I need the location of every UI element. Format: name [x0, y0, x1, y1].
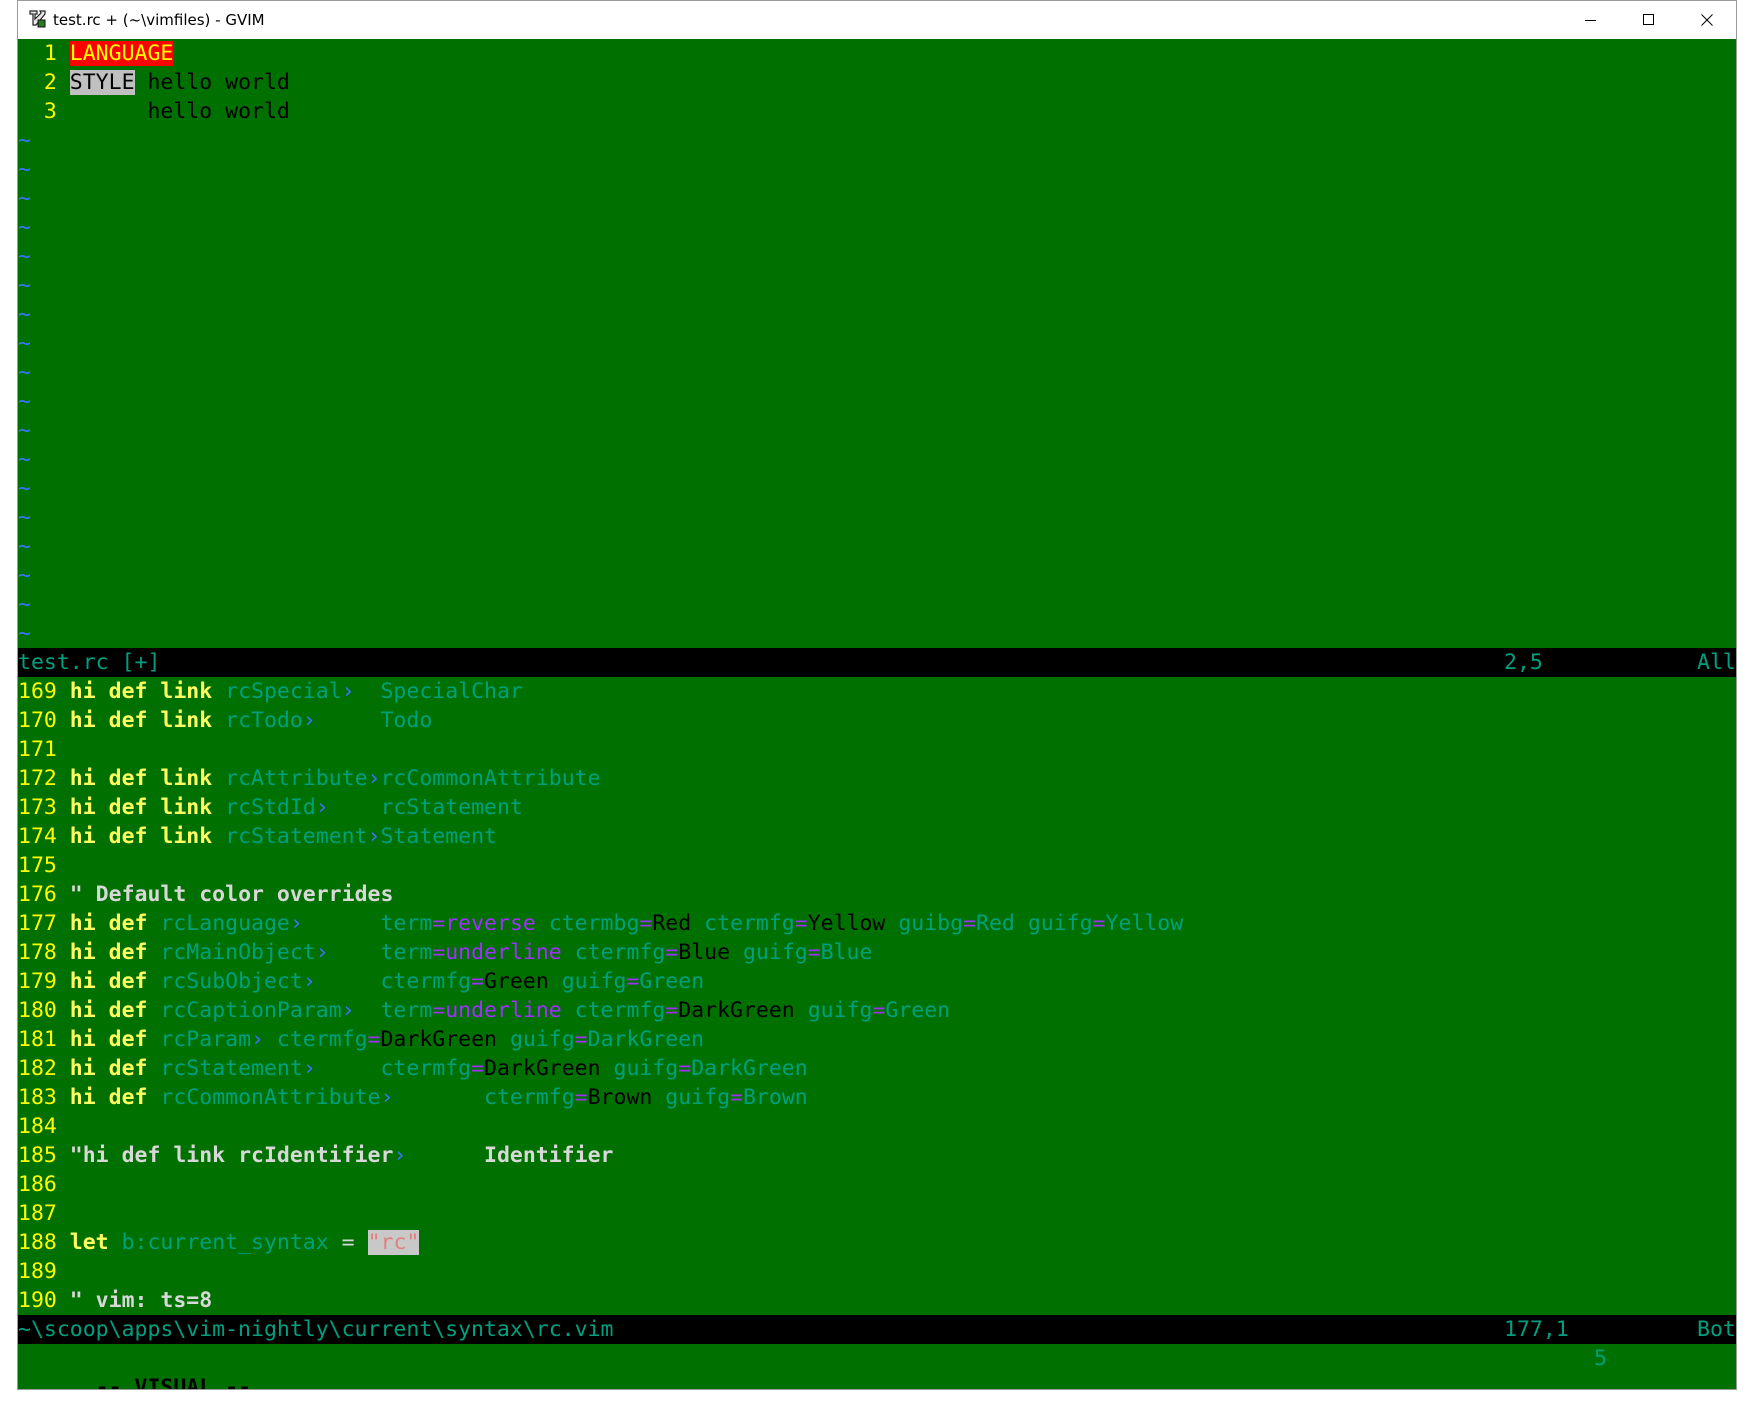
buffer-line[interactable]: 183 hi def rcCommonAttribute› ctermfg=Br…	[18, 1083, 808, 1112]
line-number: 187	[18, 1201, 57, 1226]
close-icon	[1701, 14, 1713, 26]
line-number: 190	[18, 1288, 57, 1313]
line-number: 2	[43, 70, 57, 95]
line-number: 175	[18, 853, 57, 878]
line-number: 182	[18, 1056, 57, 1081]
buffer-line[interactable]: 180 hi def rcCaptionParam› term=underlin…	[18, 996, 950, 1025]
status-scroll: All	[1697, 650, 1736, 675]
buffer-line[interactable]: 181 hi def rcParam› ctermfg=DarkGreen gu…	[18, 1025, 704, 1054]
line-number: 172	[18, 766, 57, 791]
line-number: 170	[18, 708, 57, 733]
tilde-marker: ~	[18, 157, 31, 182]
maximize-button[interactable]	[1620, 1, 1678, 39]
buffer-line[interactable]: 184	[18, 1112, 57, 1141]
line-number: 180	[18, 998, 57, 1023]
tilde-marker: ~	[18, 418, 31, 443]
buffer-line[interactable]: 173 hi def link rcStdId› rcStatement	[18, 793, 523, 822]
buffer-line[interactable]: 189	[18, 1257, 57, 1286]
status-line-top[interactable]: test.rc [+] 2,5 All	[18, 648, 1736, 677]
buffer-line[interactable]: 186	[18, 1170, 57, 1199]
language-keyword: LANGUAGE	[69, 41, 174, 66]
buffer-line[interactable]: 2 STYLE hello world	[18, 68, 290, 97]
tilde-marker: ~	[18, 476, 31, 501]
line-number: 188	[18, 1230, 57, 1255]
buffer-line[interactable]: 3 hello world	[18, 97, 290, 126]
buffer-line[interactable]: 178 hi def rcMainObject› term=underline …	[18, 938, 872, 967]
tilde-marker: ~	[18, 360, 31, 385]
line-number: 176	[18, 882, 57, 907]
pending-count: 5	[1594, 1346, 1607, 1371]
line-number: 181	[18, 1027, 57, 1052]
buffer-line[interactable]: 176 " Default color overrides	[18, 880, 393, 909]
command-line[interactable]: -- VISUAL --	[18, 1344, 251, 1389]
gvim-icon	[29, 10, 46, 28]
tilde-marker: ~	[18, 331, 31, 356]
line-number: 179	[18, 969, 57, 994]
window-title: test.rc + (~\vimfiles) - GVIM	[53, 11, 265, 29]
tilde-marker: ~	[18, 621, 31, 646]
maximize-icon	[1643, 14, 1654, 25]
tilde-marker: ~	[18, 505, 31, 530]
tilde-marker: ~	[18, 447, 31, 472]
line-number: 178	[18, 940, 57, 965]
tilde-marker: ~	[18, 128, 31, 153]
buffer-line[interactable]: 169 hi def link rcSpecial› SpecialChar	[18, 677, 523, 706]
line-number: 177	[18, 911, 57, 936]
tilde-marker: ~	[18, 592, 31, 617]
style-keyword: STYLE	[69, 70, 135, 95]
buffer-line[interactable]: 172 hi def link rcAttribute›rcCommonAttr…	[18, 764, 601, 793]
tilde-marker: ~	[18, 389, 31, 414]
tilde-marker: ~	[18, 273, 31, 298]
buffer-line[interactable]: 170 hi def link rcTodo› Todo	[18, 706, 432, 735]
line-number: 189	[18, 1259, 57, 1284]
buffer-line[interactable]: 177 hi def rcLanguage› term=reverse cter…	[18, 909, 1183, 938]
status-line-bottom[interactable]: ~\scoop\apps\vim-nightly\current\syntax\…	[18, 1315, 1736, 1344]
status-position: 177,1	[1504, 1317, 1569, 1342]
tilde-marker: ~	[18, 186, 31, 211]
line-number: 174	[18, 824, 57, 849]
buffer-line[interactable]: 190 " vim: ts=8	[18, 1286, 212, 1315]
line-number: 171	[18, 737, 57, 762]
tilde-marker: ~	[18, 534, 31, 559]
tilde-marker: ~	[18, 215, 31, 240]
line-text: hello world	[69, 99, 290, 124]
line-number: 1	[43, 41, 57, 66]
line-number: 186	[18, 1172, 57, 1197]
close-button[interactable]	[1678, 1, 1736, 39]
gvim-window: test.rc + (~\vimfiles) - GVIM 1 LANGUAGE…	[17, 0, 1737, 1390]
vim-editor[interactable]: 1 LANGUAGE 2 STYLE hello world 3 hello w…	[18, 39, 1736, 1389]
line-number: 3	[43, 99, 57, 124]
tilde-marker: ~	[18, 563, 31, 588]
line-number: 183	[18, 1085, 57, 1110]
line-number: 173	[18, 795, 57, 820]
title-bar[interactable]: test.rc + (~\vimfiles) - GVIM	[18, 1, 1736, 39]
tilde-marker: ~	[18, 244, 31, 269]
buffer-line[interactable]: 188 let b:current_syntax = "rc"	[18, 1228, 420, 1257]
minimize-icon	[1585, 20, 1596, 21]
line-number: 169	[18, 679, 57, 704]
line-number: 185	[18, 1143, 57, 1168]
status-scroll: Bot	[1697, 1317, 1736, 1342]
line-text: hello world	[134, 70, 290, 95]
status-filename: ~\scoop\apps\vim-nightly\current\syntax\…	[18, 1317, 614, 1342]
status-position: 2,5	[1504, 650, 1543, 675]
buffer-line[interactable]: 175	[18, 851, 57, 880]
minimize-button[interactable]	[1562, 1, 1620, 39]
buffer-line[interactable]: 185 "hi def link rcIdentifier› Identifie…	[18, 1141, 613, 1170]
mode-indicator: -- VISUAL --	[95, 1375, 252, 1390]
tilde-marker: ~	[18, 302, 31, 327]
buffer-line[interactable]: 187	[18, 1199, 57, 1228]
buffer-line[interactable]: 174 hi def link rcStatement›Statement	[18, 822, 497, 851]
status-filename: test.rc [+]	[18, 650, 161, 675]
buffer-line[interactable]: 179 hi def rcSubObject› ctermfg=Green gu…	[18, 967, 704, 996]
string-literal: "rc"	[367, 1230, 420, 1255]
buffer-line[interactable]: 171	[18, 735, 57, 764]
buffer-line[interactable]: 1 LANGUAGE	[18, 39, 174, 68]
buffer-line[interactable]: 182 hi def rcStatement› ctermfg=DarkGree…	[18, 1054, 808, 1083]
line-number: 184	[18, 1114, 57, 1139]
